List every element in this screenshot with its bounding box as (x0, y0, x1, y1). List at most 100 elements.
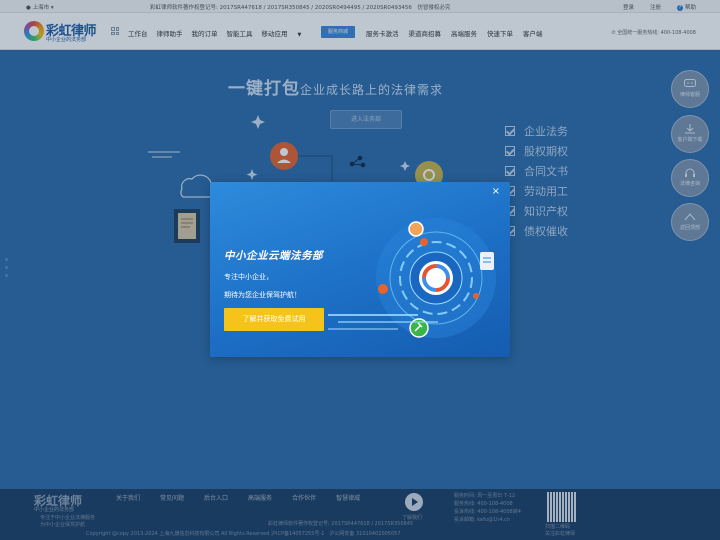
login-link[interactable]: 登录 (623, 3, 634, 11)
checklist-item: 企业法务 (505, 124, 568, 138)
question-icon: ? (676, 5, 683, 11)
sparkle-icon (246, 169, 258, 180)
nav-quick-order[interactable]: 快速下单 (487, 28, 513, 38)
help-link[interactable]: ? 帮助 (676, 3, 696, 11)
hotline: ✆ 全国统一服务热线: 400-108-4008 (612, 29, 697, 36)
main-nav: 彩虹律师 中小企业的法务部 工作台 律师助手 我的订单 智能工具 移动应用 ▼ 服… (0, 13, 720, 50)
side-button-label: 法律咨询 (679, 181, 700, 187)
chevron-up-icon (684, 213, 696, 221)
headline-big: 一键打包 (228, 79, 300, 99)
nav-lawyer-assistant[interactable]: 律师助手 (157, 28, 183, 38)
service-checklist: 企业法务 股权期权 合同文书 劳动用工 知识产权 债权催收 (505, 124, 568, 244)
nav-channel-recruit[interactable]: 渠道商招募 (409, 28, 442, 38)
nav-premium-service[interactable]: 高端服务 (451, 28, 477, 38)
nav-workbench[interactable]: 工作台 (128, 28, 148, 38)
copyright: Copyright @copy 2013-2024 上海九旗信息科技有限公司 A… (86, 531, 401, 537)
checklist-item: 劳动用工 (505, 184, 568, 198)
headset-icon (685, 168, 695, 177)
checkbox-icon (505, 165, 515, 176)
phone-icon: ✆ (611, 30, 616, 36)
footer-link-partners[interactable]: 合作伙伴 (292, 493, 316, 502)
contact-line: 投诉热线: 400-108-4008转4 (454, 509, 521, 515)
back-to-top-button[interactable]: 返回顶部 (671, 203, 709, 241)
logo-subtitle: 中小企业的法务部 (46, 37, 87, 43)
headline-small: 企业成长路上的法律需求 (300, 83, 444, 97)
checkbox-icon (505, 125, 515, 136)
download-icon (685, 124, 695, 134)
checklist-item: 债权催收 (505, 224, 568, 238)
logo[interactable]: 彩虹律师 中小企业的法务部 (24, 19, 104, 45)
sparkle-icon (400, 161, 410, 171)
footer: 彩虹律师 中小企业的法务部 专注于中小企业法律服务 为中小企业保驾护航 关于我们… (0, 489, 720, 540)
carousel-dots (5, 258, 8, 282)
free-trial-button[interactable]: 了解并获取免费试用 (224, 308, 324, 331)
checklist-label: 债权催收 (524, 224, 568, 238)
decorative-stripes (328, 314, 438, 330)
qr-label: 扫描二维码 (545, 524, 571, 530)
footer-desc: 专注于中小企业法律服务 (40, 515, 96, 521)
nav-mobile-apps[interactable]: 移动应用 ▼ (262, 28, 311, 38)
grid-menu-icon[interactable] (111, 27, 119, 35)
checkbox-icon (505, 145, 515, 156)
footer-logo-subtitle: 中小企业的法务部 (34, 507, 75, 513)
share-icon (349, 155, 366, 168)
bulb-icon (408, 221, 424, 237)
footer-link-about[interactable]: 关于我们 (116, 493, 140, 502)
lawyer-service-button[interactable]: 律师客服 (671, 70, 709, 108)
footer-desc: 为中小企业保驾护航 (40, 522, 86, 528)
enter-legal-dept-button[interactable]: 进入法务部 (330, 110, 402, 129)
checklist-label: 知识产权 (524, 204, 568, 218)
service-mall-button[interactable]: 服务商城 (321, 26, 355, 38)
side-button-label: 返回顶部 (679, 225, 700, 231)
footer-link-premium[interactable]: 高端服务 (248, 493, 272, 502)
contact-line: 服务热线: 400-108-4008 (454, 501, 513, 507)
register-link[interactable]: 注册 (650, 3, 661, 11)
chat-icon (684, 79, 696, 87)
top-bar: ● 上海市 ▾ 彩虹律师软件著作权登记号: 2017SR447618 / 201… (0, 0, 720, 13)
document-icon (480, 252, 494, 270)
caret-down-icon: ▼ (297, 32, 302, 38)
carousel-dot[interactable] (5, 274, 8, 277)
location-label: 上海市 (32, 5, 50, 11)
footer-link-faq[interactable]: 常见问题 (160, 493, 184, 502)
client-download-button[interactable]: 客户端下载 (671, 115, 709, 153)
legal-consult-button[interactable]: 法律咨询 (671, 159, 709, 197)
carousel-dot[interactable] (5, 258, 8, 261)
nav-card-activation[interactable]: 服务卡激活 (366, 28, 399, 38)
document-icon (174, 209, 200, 243)
hotline-text: 全国统一服务热线: 400-108-4008 (617, 30, 696, 36)
nav-mobile-apps-label: 移动应用 (261, 30, 288, 38)
checklist-item: 合同文书 (505, 164, 568, 178)
side-button-label: 客户端下载 (677, 137, 703, 143)
side-button-label: 律师客服 (679, 92, 700, 98)
nav-my-orders[interactable]: 我的订单 (192, 28, 218, 38)
checklist-item: 股权期权 (505, 144, 568, 158)
registration-notice: 彩虹律师软件著作权登记号: 2017SR447618 / 2017SR35084… (150, 5, 451, 11)
footer-contact: 服务时间: 周一至周日 7-12 服务热线: 400-108-4008 投诉热线… (454, 492, 521, 524)
play-video-icon[interactable] (405, 493, 423, 511)
qr-label: 关注彩虹律师 (545, 531, 576, 537)
nav-smart-tools[interactable]: 智能工具 (227, 28, 253, 38)
contact-line: 投诉邮箱: kefu@1h4.cn (454, 517, 511, 523)
location-selector[interactable]: ● 上海市 ▾ (26, 3, 54, 11)
modal-title: 中小企业云端法务部 (224, 250, 323, 262)
chevron-down-icon: ▾ (50, 5, 54, 11)
hero-headline: 一键打包企业成长路上的法律需求 (228, 74, 443, 99)
contact-line: 服务时间: 周一至周日 7-12 (454, 493, 516, 499)
footer-registration: 彩虹律师软件著作权登记号: 2017SR447618 / 2017SR35084… (268, 521, 414, 527)
qr-code (547, 492, 577, 522)
checklist-label: 股权期权 (524, 144, 568, 158)
modal-line: 期待为您企业保驾护航！ (224, 291, 301, 299)
checklist-label: 企业法务 (524, 124, 568, 138)
checklist-label: 合同文书 (524, 164, 568, 178)
checklist-item: 知识产权 (505, 204, 568, 218)
rainbow-logo-icon (24, 21, 44, 41)
location-pin-icon: ● (26, 5, 31, 11)
modal-line: 专注中小企业， (224, 273, 273, 281)
promo-modal: × 中小企业云端法务部 专注中小企业， 期待为您企业保驾护航！ 了解并获取免费试… (210, 182, 510, 357)
carousel-dot[interactable] (5, 266, 8, 269)
footer-link-smart[interactable]: 智慧律威 (336, 493, 360, 502)
nav-client-app[interactable]: 客户端 (523, 28, 543, 38)
footer-link-admin[interactable]: 后台入口 (204, 493, 228, 502)
checklist-label: 劳动用工 (524, 184, 568, 198)
